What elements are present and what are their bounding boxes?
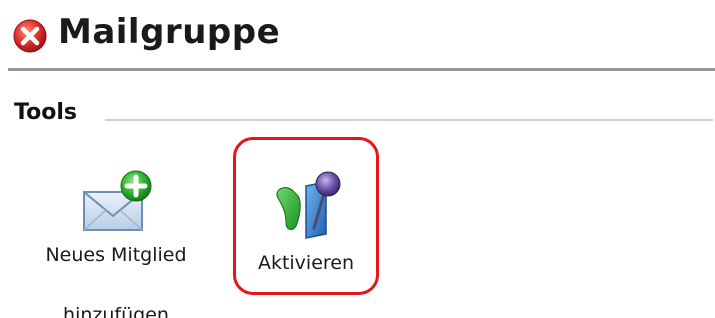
activate-icon (276, 171, 341, 239)
activate-button[interactable]: Aktivieren (233, 137, 379, 295)
header: Mailgruppe (0, 0, 715, 68)
header-divider (8, 68, 715, 71)
page-title: Mailgruppe (58, 12, 281, 52)
section-divider (105, 119, 713, 121)
close-icon[interactable] (12, 18, 48, 54)
mail-add-icon (83, 170, 152, 231)
activate-label: Aktivieren (257, 252, 355, 274)
new-member-button[interactable]: Neues Mitglied hinzufügen (26, 168, 206, 318)
window: Mailgruppe Tools Neues Mitglied hinzufüg… (0, 0, 715, 318)
section-label-tools: Tools (14, 100, 77, 125)
new-member-label-line2: hinzufügen (63, 304, 169, 318)
new-member-label-line1: Neues Mitglied (45, 244, 187, 266)
